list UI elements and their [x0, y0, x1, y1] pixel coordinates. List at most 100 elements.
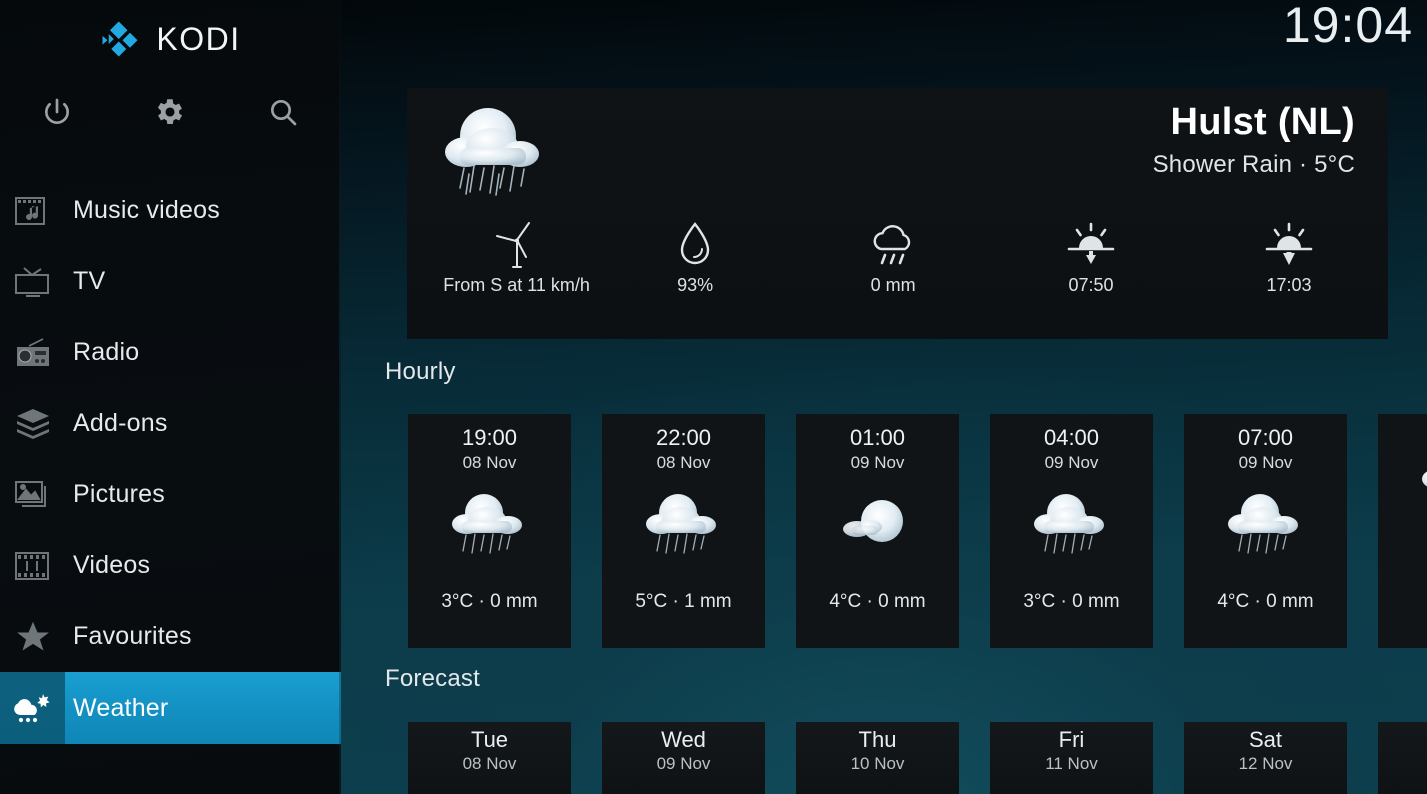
forecast-day-name: Tue	[470, 727, 509, 752]
sidebar-item-music-videos[interactable]: Music videos	[0, 175, 341, 246]
current-conditions-panel: Hulst (NL) Shower Rain · 5°C From S at 1…	[407, 88, 1388, 339]
sunrise-value: 07:50	[1068, 275, 1114, 295]
hourly-values: 5°C · 1 mm	[635, 591, 732, 612]
moon-cloud-icon	[842, 499, 903, 542]
sidebar-item-radio[interactable]: Radio	[0, 317, 341, 388]
stat-sunrise: 07:50	[992, 216, 1190, 297]
hourly-section-title: Hourly	[385, 358, 456, 385]
sidebar-item-favourites[interactable]: Favourites	[0, 601, 341, 672]
hourly-card[interactable]: 22:00 08 Nov 5°C · 1 mm	[602, 414, 765, 648]
shower-rain-icon	[451, 493, 522, 554]
kodi-logo-icon	[102, 21, 138, 57]
forecast-day-card[interactable]: Wed 09 Nov	[602, 722, 765, 794]
sidebar-item-label: Weather	[73, 693, 169, 722]
sidebar-item-label: Videos	[73, 551, 151, 579]
condition-summary: Shower Rain · 5°C	[1152, 150, 1355, 178]
sidebar-item-tv[interactable]: TV	[0, 246, 341, 317]
forecast-day-date: 11 Nov	[1045, 754, 1098, 774]
location-block: Hulst (NL) Shower Rain · 5°C	[1153, 100, 1355, 179]
hourly-date: 09 Nov	[1044, 452, 1099, 472]
power-button[interactable]	[0, 86, 113, 138]
sidebar-item-pictures[interactable]: Pictures	[0, 459, 341, 530]
humidity-value: 93%	[677, 275, 714, 295]
daily-forecast-list[interactable]: Tue 08 Nov Wed 09 Nov Thu 10 Nov Fri 11 …	[408, 722, 1427, 794]
hourly-date: 09 Nov	[850, 452, 905, 472]
forecast-day-date: 10 Nov	[850, 754, 905, 774]
forecast-day-card[interactable]: Fri 11 Nov	[990, 722, 1153, 794]
current-stats-row: From S at 11 km/h 93% 0 mm 07:50 17:03	[407, 216, 1388, 297]
forecast-day-name: Sat	[1248, 727, 1283, 752]
shower-rain-icon	[645, 493, 716, 554]
hourly-date: 08 Nov	[462, 452, 517, 472]
stat-wind: From S at 11 km/h	[437, 216, 596, 297]
main-menu: Music videos TV Radio Add-ons Pictures V…	[0, 175, 341, 744]
tv-icon	[0, 266, 65, 297]
shower-rain-icon	[1421, 471, 1427, 487]
hourly-values: 4°C · 0 mm	[1217, 591, 1314, 612]
shower-rain-icon	[1033, 493, 1104, 554]
humidity-drop-icon	[674, 216, 716, 274]
wind-turbine-icon	[493, 216, 541, 274]
hourly-card[interactable]: 04:00 09 Nov 3°C · 0 mm	[990, 414, 1153, 648]
sidebar-item-label: Music videos	[73, 196, 220, 224]
sidebar-item-label: Add-ons	[73, 409, 168, 437]
sidebar-item-label: Pictures	[73, 480, 165, 508]
sidebar-item-label: TV	[73, 267, 106, 295]
settings-button[interactable]	[113, 86, 226, 138]
hourly-forecast-list[interactable]: 19:00 08 Nov 3°C · 0 mm 22:00 08 Nov 5°C…	[408, 414, 1427, 648]
clock: 19:04	[1282, 0, 1413, 53]
sidebar-item-weather[interactable]: Weather	[0, 672, 341, 744]
forecast-day-name: Wed	[661, 727, 706, 752]
forecast-day-date: 12 Nov	[1238, 754, 1293, 774]
weather-cloud-sun-rain-icon	[0, 691, 65, 725]
sidebar-item-label: Favourites	[73, 622, 192, 650]
film-strip-icon	[0, 551, 65, 580]
sidebar-item-add-ons[interactable]: Add-ons	[0, 388, 341, 459]
sidebar: KODI Music videos TV Radio Add-ons Pictu…	[0, 0, 341, 794]
forecast-day-date: 09 Nov	[656, 754, 711, 774]
sunset-value: 17:03	[1266, 275, 1312, 295]
forecast-day-card[interactable]: Thu 10 Nov	[796, 722, 959, 794]
music-video-icon	[0, 196, 65, 226]
hourly-time: 19:00	[461, 425, 518, 450]
hourly-card[interactable]: 5	[1378, 414, 1427, 648]
search-button[interactable]	[226, 86, 339, 138]
sidebar-item-label: Radio	[73, 338, 140, 366]
hourly-card[interactable]: 01:00 09 Nov 4°C · 0 mm	[796, 414, 959, 648]
hourly-time: 01:00	[849, 425, 906, 450]
hourly-card[interactable]: 19:00 08 Nov 3°C · 0 mm	[408, 414, 571, 648]
wind-value: From S at 11 km/h	[443, 275, 590, 295]
hourly-time: 22:00	[655, 425, 712, 450]
gear-icon	[157, 99, 182, 125]
forecast-day-card[interactable]: Sat 12 Nov	[1184, 722, 1347, 794]
sidebar-item-videos[interactable]: Videos	[0, 530, 341, 601]
forecast-day-card[interactable]: Tue 08 Nov	[408, 722, 571, 794]
brand-title: KODI	[156, 20, 241, 57]
hourly-card[interactable]: 07:00 09 Nov 4°C · 0 mm	[1184, 414, 1347, 648]
hourly-time: 04:00	[1043, 425, 1100, 450]
forecast-day-name: Fri	[1058, 727, 1085, 752]
kodi-weather-screen: KODI Music videos TV Radio Add-ons Pictu…	[0, 0, 1427, 794]
forecast-day-date: 08 Nov	[462, 754, 517, 774]
hourly-time: 07:00	[1237, 425, 1294, 450]
power-icon	[44, 98, 69, 124]
search-icon	[270, 100, 296, 126]
precipitation-value: 0 mm	[870, 275, 916, 295]
hourly-date: 09 Nov	[1238, 452, 1293, 472]
forecast-section-title: Forecast	[385, 665, 480, 692]
pictures-icon	[0, 480, 65, 510]
hourly-values: 3°C · 0 mm	[441, 591, 538, 612]
stat-precipitation: 0 mm	[794, 216, 992, 297]
star-icon	[0, 619, 65, 655]
brand: KODI	[0, 0, 341, 78]
forecast-day-card[interactable]	[1378, 722, 1427, 794]
addons-box-icon	[0, 408, 65, 440]
precipitation-cloud-icon	[865, 216, 921, 274]
hourly-values: 3°C · 0 mm	[1023, 591, 1120, 612]
hourly-date: 08 Nov	[656, 452, 711, 472]
shower-rain-icon	[1227, 493, 1298, 554]
stat-humidity: 93%	[596, 216, 794, 297]
hourly-values: 4°C · 0 mm	[829, 591, 926, 612]
stat-sunset: 17:03	[1190, 216, 1388, 297]
sunrise-icon	[1065, 216, 1117, 274]
